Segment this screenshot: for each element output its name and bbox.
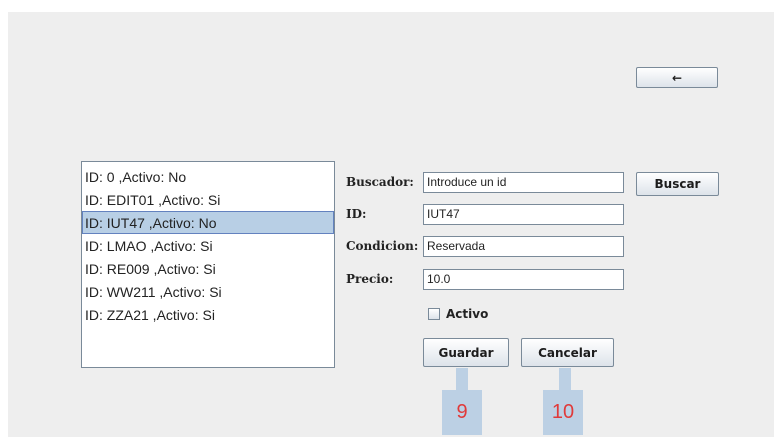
buscar-button[interactable]: Buscar (636, 172, 719, 196)
search-input[interactable]: Introduce un id (423, 172, 624, 193)
marker-10-stem (559, 368, 571, 390)
arrow-left-icon: ← (671, 70, 683, 85)
activo-checkbox[interactable] (428, 308, 440, 320)
id-field[interactable]: IUT47 (423, 204, 624, 225)
guardar-button[interactable]: Guardar (423, 338, 509, 367)
activo-checkbox-label: Activo (446, 307, 489, 321)
item-list[interactable]: ID: 0 ,Activo: No ID: EDIT01 ,Activo: Si I… (81, 161, 335, 368)
condicion-field[interactable]: Reservada (423, 236, 624, 257)
list-item[interactable]: ID: EDIT01 ,Activo: Si (82, 188, 334, 211)
list-item[interactable]: ID: RE009 ,Activo: Si (82, 257, 334, 280)
precio-label: Precio: (346, 272, 394, 286)
list-item[interactable]: ID: 0 ,Activo: No (82, 165, 334, 188)
guardar-button-label: Guardar (438, 345, 494, 360)
list-item[interactable]: ID: LMAO ,Activo: Si (82, 234, 334, 257)
buscar-button-label: Buscar (654, 177, 701, 191)
condicion-label: Condicion: (346, 239, 419, 253)
list-item[interactable]: ID: WW211 ,Activo: Si (82, 280, 334, 303)
cancelar-button-label: Cancelar (538, 345, 597, 360)
back-button[interactable]: ← (636, 67, 718, 88)
buscador-label: Buscador: (346, 175, 414, 189)
cancelar-button[interactable]: Cancelar (521, 338, 614, 367)
list-item[interactable]: ID: IUT47 ,Activo: No (82, 211, 334, 234)
marker-9-stem (456, 368, 468, 390)
precio-field[interactable]: 10.0 (423, 269, 624, 290)
list-item[interactable]: ID: ZZA21 ,Activo: Si (82, 303, 334, 326)
marker-10: 10 (543, 390, 583, 435)
id-label: ID: (346, 207, 367, 221)
marker-9: 9 (442, 390, 482, 435)
